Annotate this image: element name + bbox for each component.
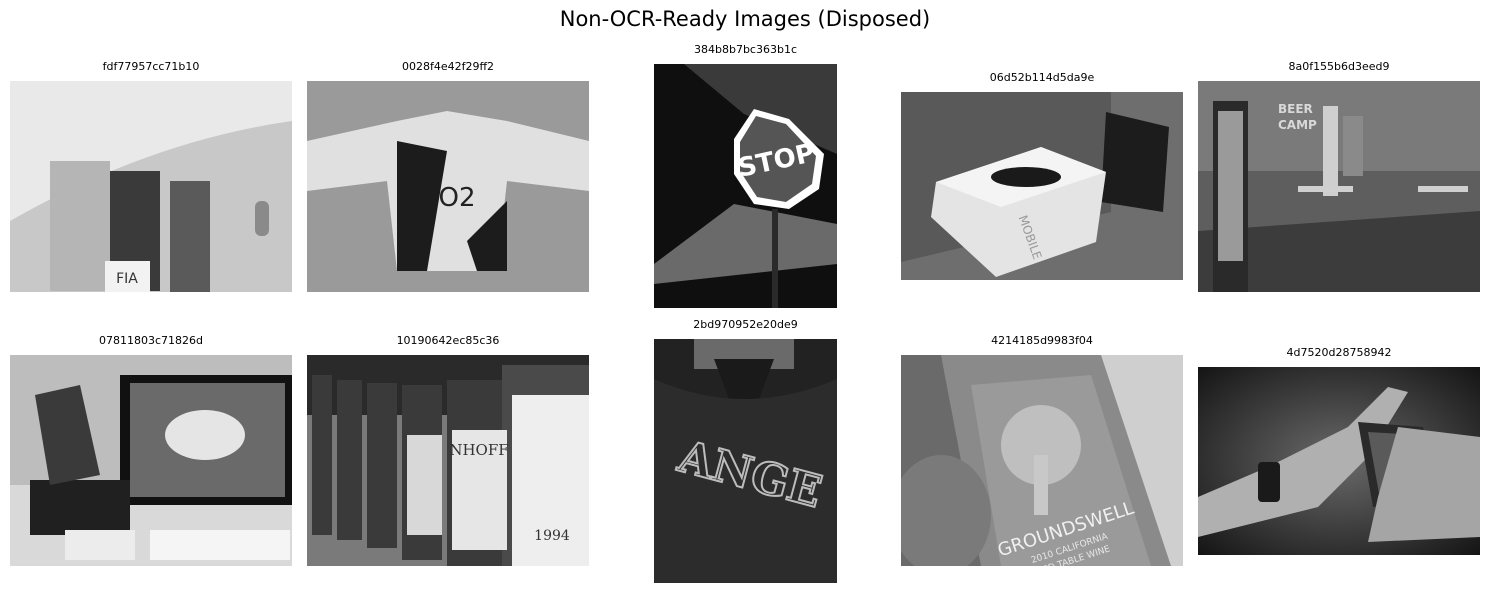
image-thumbnail: NHOFF 1994 <box>307 355 589 566</box>
image-label: 4d7520d28758942 <box>1286 346 1392 359</box>
image-text: NHOFF <box>449 441 508 459</box>
figure-title: Non-OCR-Ready Images (Disposed) <box>559 7 931 31</box>
image-text: O2 <box>438 183 475 213</box>
image-text: CAMP <box>1278 118 1317 132</box>
image-thumbnail: ANGE <box>654 339 837 583</box>
image-thumbnail: BEER CAMP <box>1198 81 1480 292</box>
image-thumbnail: O2 <box>307 81 589 292</box>
image-thumbnail <box>10 355 292 566</box>
image-label: 10190642ec85c36 <box>396 334 500 347</box>
image-thumbnail: STOP <box>654 64 837 308</box>
image-label: 384b8b7bc363b1c <box>693 43 797 56</box>
image-text: 1994 <box>534 528 570 544</box>
image-thumbnail: MOBILE <box>901 92 1183 280</box>
image-text: FIA <box>116 271 138 287</box>
image-label: 8a0f155b6d3eed9 <box>1288 60 1390 73</box>
image-thumbnail <box>1198 367 1480 555</box>
image-thumbnail: FIA <box>10 81 292 292</box>
image-label: 0028f4e42f29ff2 <box>401 60 495 73</box>
image-text: BEER <box>1278 102 1313 116</box>
image-thumbnail: GROUNDSWELL 2010 CALIFORNIA RED TABLE WI… <box>901 355 1183 566</box>
image-label: 2bd970952e20de9 <box>693 318 798 331</box>
